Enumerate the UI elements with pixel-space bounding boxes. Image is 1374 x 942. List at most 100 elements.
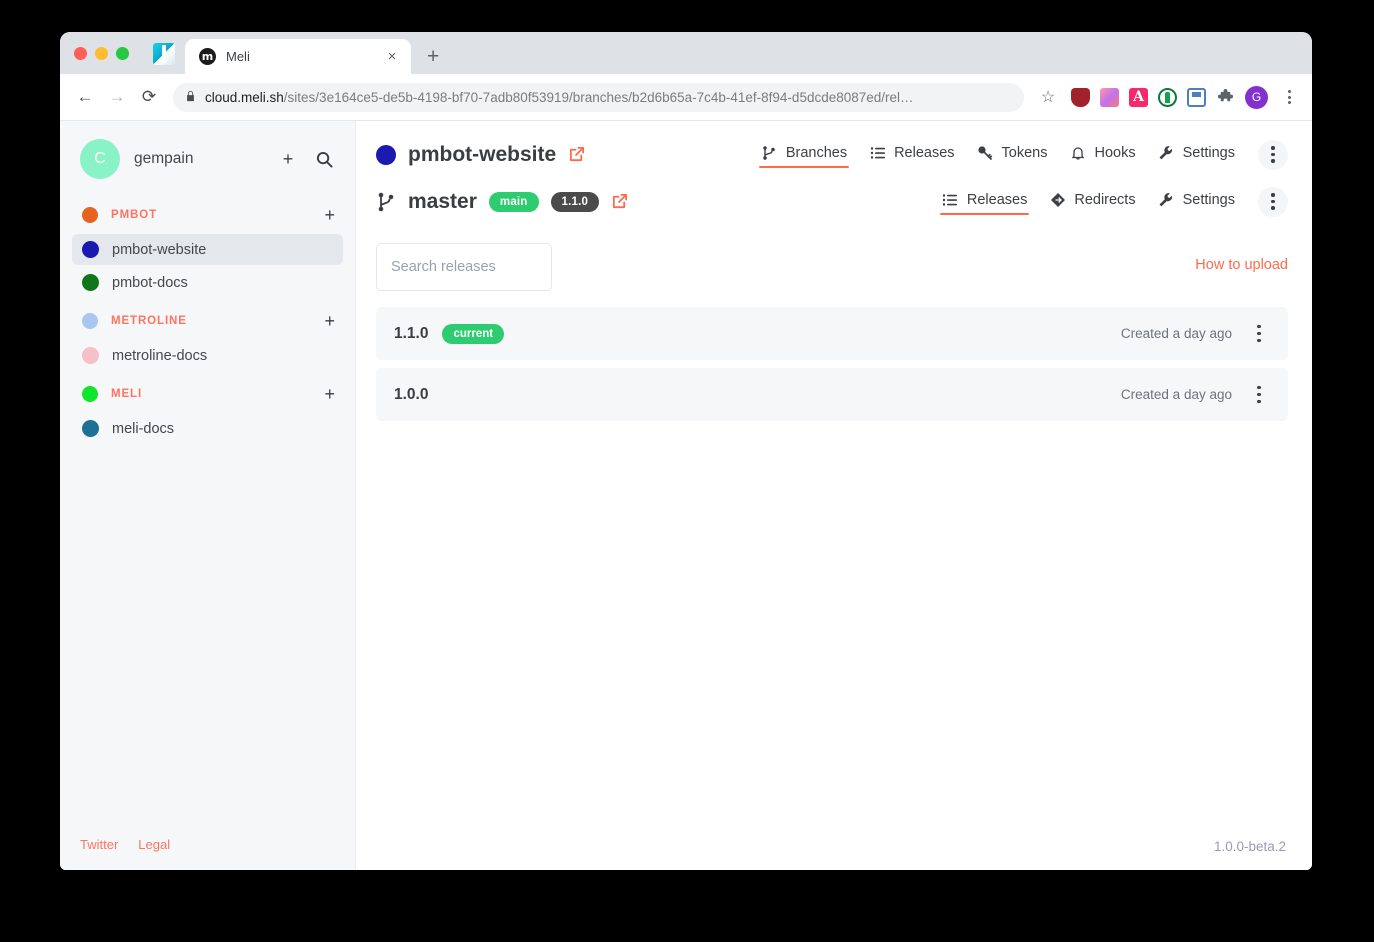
- wrench-icon: [1158, 191, 1175, 208]
- back-button[interactable]: ←: [70, 82, 100, 112]
- sidebar-item-metroline-docs[interactable]: metroline-docs: [72, 340, 343, 371]
- wrench-icon: [1158, 144, 1175, 161]
- branch-nav: Releases Redirects Settings: [933, 186, 1288, 217]
- minimize-window-button[interactable]: [95, 46, 108, 60]
- site-label: pmbot-website: [112, 241, 207, 258]
- site-color-dot: [82, 241, 99, 258]
- url-host: cloud.meli.sh: [205, 89, 284, 105]
- tab-label: Settings: [1182, 144, 1235, 161]
- maximize-window-button[interactable]: [116, 46, 129, 60]
- site-nav: Branches Releases Tokens Hooks Settings: [752, 139, 1288, 170]
- account-row: C gempain +: [60, 121, 355, 193]
- tree-extension-icon[interactable]: [1158, 87, 1177, 107]
- legal-link[interactable]: Legal: [138, 837, 170, 852]
- table-row[interactable]: 1.1.0 current Created a day ago: [376, 307, 1288, 360]
- site-more-menu-button[interactable]: [1258, 139, 1288, 170]
- app-footer: 1.0.0-beta.2: [356, 838, 1312, 870]
- profile-avatar[interactable]: G: [1245, 85, 1268, 109]
- letter-a-extension-icon[interactable]: A: [1129, 87, 1148, 107]
- sidebar-group-metroline[interactable]: METROLINE +: [60, 299, 355, 339]
- tab-releases[interactable]: Releases: [860, 139, 963, 170]
- browser-toolbar: ← → ⟳ cloud.meli.sh/sites/3e164ce5-de5b-…: [60, 74, 1312, 121]
- close-window-button[interactable]: [74, 46, 87, 60]
- site-label: metroline-docs: [112, 347, 208, 364]
- site-color-dot: [376, 144, 396, 165]
- table-row[interactable]: 1.0.0 Created a day ago: [376, 368, 1288, 421]
- address-bar[interactable]: cloud.meli.sh/sites/3e164ce5-de5b-4198-b…: [173, 82, 1024, 112]
- add-organization-button[interactable]: +: [277, 148, 299, 170]
- bookmark-star-icon[interactable]: ☆: [1033, 82, 1063, 112]
- tab-strip: m Meli × +: [60, 32, 1312, 74]
- tab-branch-redirects[interactable]: Redirects: [1040, 186, 1144, 217]
- releases-toolbar: How to upload: [356, 225, 1312, 291]
- site-color-dot: [82, 420, 99, 437]
- tab-hooks[interactable]: Hooks: [1060, 139, 1144, 170]
- site-label: pmbot-docs: [112, 274, 188, 291]
- tab-branches[interactable]: Branches: [752, 139, 856, 170]
- branch-icon: [761, 144, 778, 161]
- close-tab-button[interactable]: ×: [383, 49, 401, 64]
- releases-list: 1.1.0 current Created a day ago 1.0.0 Cr…: [356, 291, 1312, 421]
- reload-button[interactable]: ⟳: [134, 82, 164, 112]
- release-created: Created a day ago: [1120, 326, 1232, 341]
- sidebar-item-pmbot-docs[interactable]: pmbot-docs: [72, 267, 343, 298]
- tab-label: Branches: [785, 144, 848, 161]
- puzzle-extension-icon[interactable]: [1216, 88, 1235, 107]
- tab-settings[interactable]: Settings: [1149, 139, 1244, 170]
- sidebar-footer: Twitter Legal: [60, 821, 355, 870]
- branch-icon: [376, 191, 396, 213]
- external-link-icon[interactable]: [568, 146, 585, 163]
- window-controls: [70, 32, 135, 74]
- new-tab-button[interactable]: +: [427, 46, 439, 67]
- branch-more-menu-button[interactable]: [1258, 186, 1288, 217]
- sidebar-item-meli-docs[interactable]: meli-docs: [72, 413, 343, 444]
- sidebar-item-pmbot-website[interactable]: pmbot-website: [72, 234, 343, 265]
- tab-branch-settings[interactable]: Settings: [1149, 186, 1244, 217]
- url-path: /sites/3e164ce5-de5b-4198-bf70-7adb80f53…: [283, 89, 914, 105]
- browser-menu-button[interactable]: [1278, 90, 1300, 104]
- floppy-extension-icon[interactable]: [1187, 87, 1206, 107]
- add-site-button[interactable]: +: [324, 385, 335, 403]
- group-color-dot: [82, 386, 98, 402]
- account-name: gempain: [134, 150, 194, 167]
- main-content: pmbot-website Branches Releases Tokens H…: [356, 121, 1312, 870]
- bookmarks-app-icon[interactable]: [153, 43, 175, 65]
- release-more-menu-button[interactable]: [1246, 324, 1272, 343]
- branch-badge-version: 1.1.0: [550, 191, 600, 212]
- status-badge: current: [442, 323, 505, 344]
- search-releases-box[interactable]: [376, 243, 552, 291]
- release-version: 1.1.0: [394, 324, 429, 342]
- how-to-upload-link[interactable]: How to upload: [1195, 257, 1288, 273]
- search-input[interactable]: [391, 259, 537, 275]
- release-more-menu-button[interactable]: [1246, 385, 1272, 404]
- group-color-dot: [82, 313, 98, 329]
- tab-label: Tokens: [1001, 144, 1048, 161]
- shield-extension-icon[interactable]: [1071, 87, 1090, 107]
- tab-label: Releases: [966, 191, 1028, 208]
- site-color-dot: [82, 274, 99, 291]
- tab-branch-releases[interactable]: Releases: [933, 186, 1036, 217]
- key-icon: [977, 144, 994, 161]
- add-site-button[interactable]: +: [324, 206, 335, 224]
- search-icon[interactable]: [313, 148, 335, 170]
- extensions-bar: A G: [1065, 85, 1300, 109]
- browser-window: m Meli × + ← → ⟳ cloud.meli.sh/sites/3e1…: [60, 32, 1312, 870]
- release-version: 1.0.0: [394, 385, 429, 403]
- tab-tokens[interactable]: Tokens: [968, 139, 1057, 170]
- tab-label: Releases: [894, 144, 955, 161]
- tab-label: Settings: [1182, 191, 1235, 208]
- twitter-link[interactable]: Twitter: [80, 837, 118, 852]
- sidebar-group-pmbot[interactable]: PMBOT +: [60, 193, 355, 233]
- forward-button[interactable]: →: [102, 82, 132, 112]
- external-link-icon[interactable]: [611, 193, 628, 210]
- add-site-button[interactable]: +: [324, 312, 335, 330]
- group-label: PMBOT: [111, 209, 158, 221]
- gradient-extension-icon[interactable]: [1100, 87, 1119, 107]
- list-icon: [869, 144, 886, 161]
- browser-tab[interactable]: m Meli ×: [185, 39, 411, 74]
- page-title: pmbot-website: [408, 142, 557, 166]
- account-avatar[interactable]: C: [80, 139, 120, 179]
- sidebar-group-meli[interactable]: MELI +: [60, 372, 355, 412]
- tab-favicon-icon: m: [199, 48, 216, 65]
- group-label: METROLINE: [111, 315, 187, 327]
